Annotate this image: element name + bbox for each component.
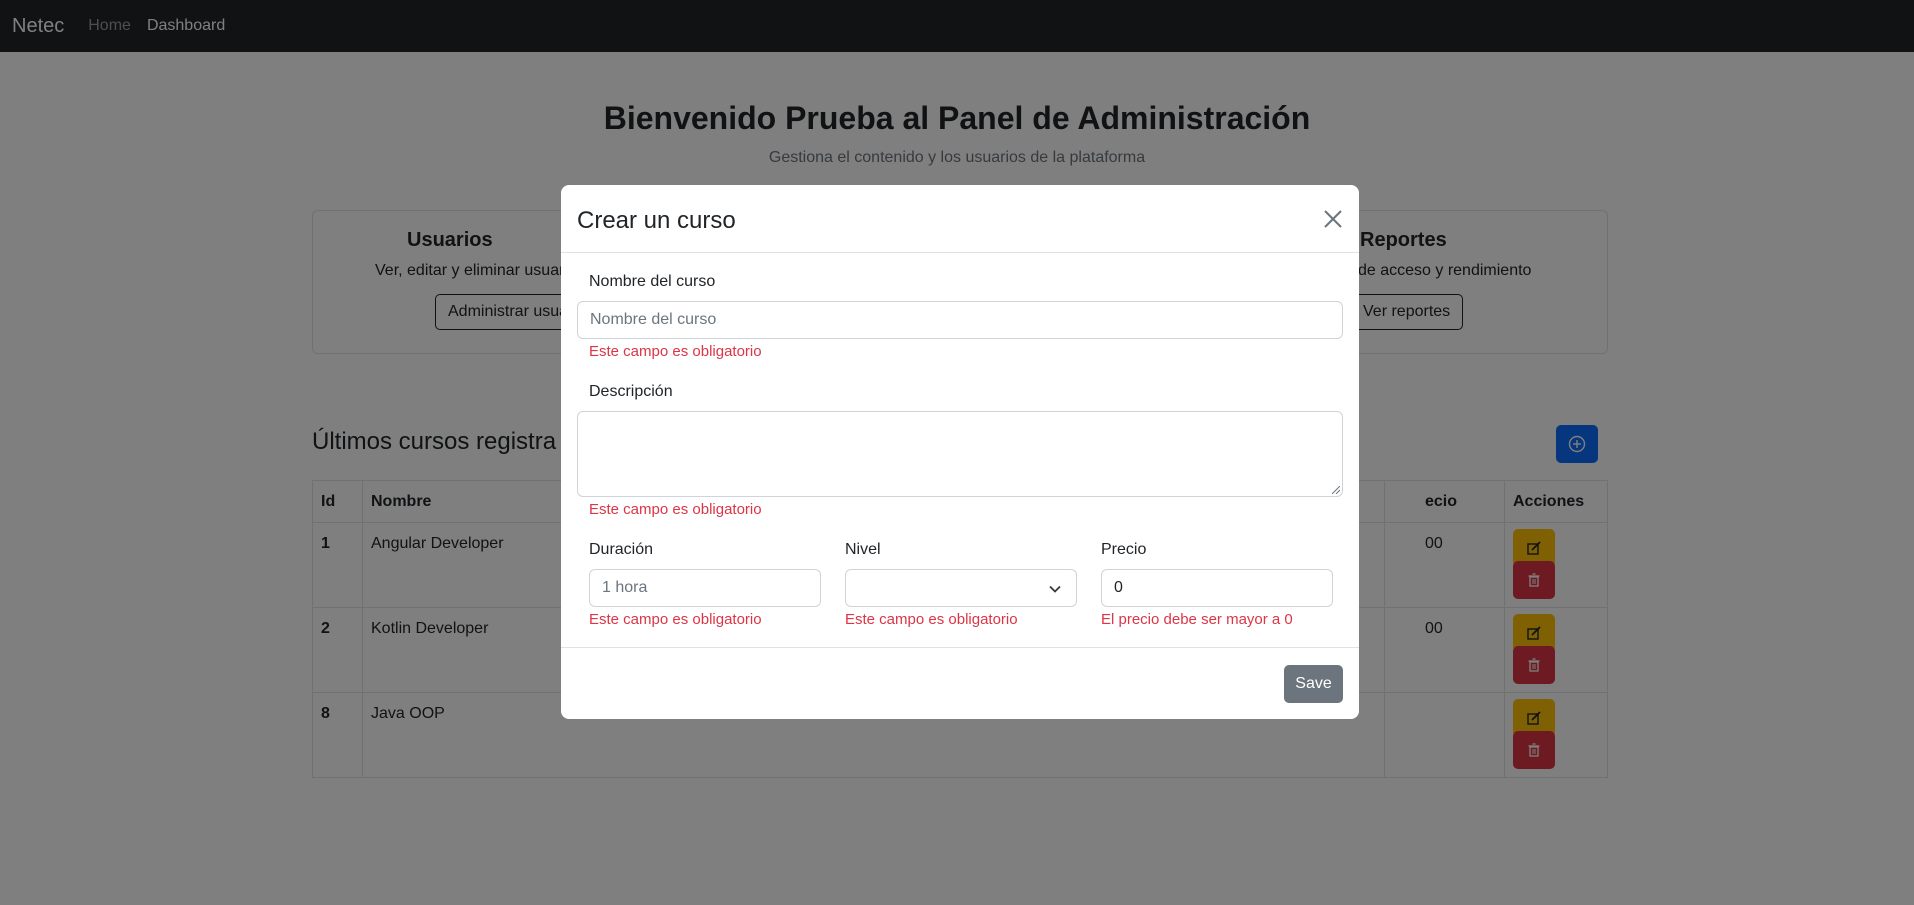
close-icon: [1324, 210, 1342, 228]
duracion-input[interactable]: 1 hora: [589, 569, 821, 607]
chevron-down-icon: [1049, 585, 1061, 593]
precio-value: 0: [1114, 579, 1123, 596]
precio-input[interactable]: 0: [1101, 569, 1333, 607]
modal-footer: Save: [561, 647, 1359, 718]
descripcion-label: Descripción: [589, 383, 673, 400]
nombre-error: Este campo es obligatorio: [589, 343, 762, 360]
descripcion-textarea[interactable]: [577, 411, 1343, 497]
modal-body: Nombre del curso Nombre del curso Este c…: [561, 253, 1359, 647]
resize-handle-icon[interactable]: [1332, 486, 1340, 494]
close-button[interactable]: [1321, 207, 1345, 231]
nivel-error: Este campo es obligatorio: [845, 611, 1018, 628]
precio-label: Precio: [1101, 541, 1147, 558]
nivel-label: Nivel: [845, 541, 881, 558]
duracion-label: Duración: [589, 541, 654, 558]
modal-title: Crear un curso: [577, 207, 736, 234]
save-button[interactable]: Save: [1284, 665, 1343, 703]
precio-error: El precio debe ser mayor a 0: [1101, 611, 1293, 628]
duracion-error: Este campo es obligatorio: [589, 611, 762, 628]
nivel-select[interactable]: [845, 569, 1077, 607]
nombre-placeholder: Nombre del curso: [590, 311, 717, 328]
nombre-label: Nombre del curso: [589, 273, 716, 290]
nombre-input[interactable]: Nombre del curso: [577, 301, 1343, 339]
descripcion-error: Este campo es obligatorio: [589, 501, 762, 518]
modal-header: Crear un curso: [561, 185, 1359, 253]
duracion-placeholder: 1 hora: [602, 579, 648, 596]
crear-curso-modal: Crear un curso Nombre del curso Nombre d…: [561, 185, 1359, 719]
